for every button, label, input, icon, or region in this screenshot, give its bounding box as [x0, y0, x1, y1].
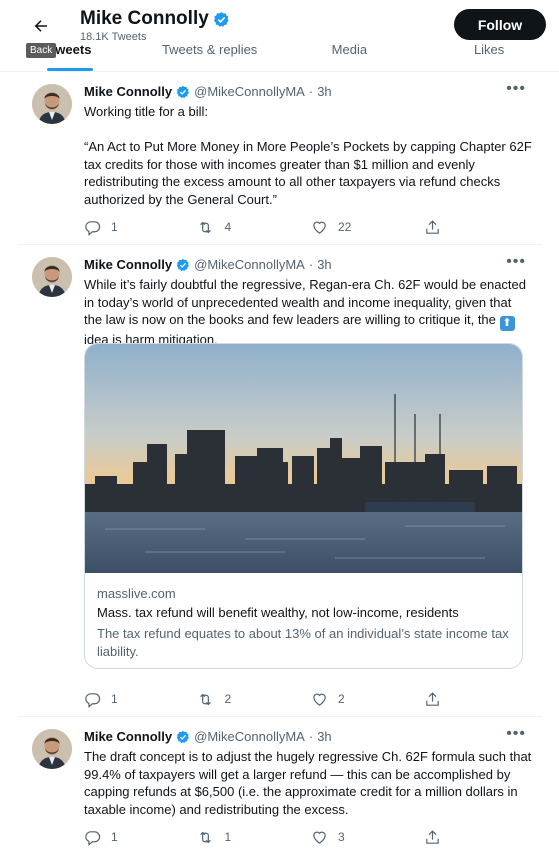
retweet-count: 4	[224, 220, 232, 234]
avatar[interactable]	[32, 257, 72, 297]
up-arrow-emoji-icon: ⬆	[499, 316, 515, 331]
reply-button[interactable]: 1	[84, 691, 197, 708]
share-icon	[426, 829, 440, 844]
like-button[interactable]: 22	[311, 219, 424, 236]
active-tab-indicator	[46, 68, 93, 71]
heart-icon	[313, 831, 326, 844]
follow-button[interactable]: Follow	[454, 9, 546, 40]
meta-separator: ·	[308, 729, 314, 744]
share-icon	[426, 219, 440, 234]
more-icon[interactable]: •••	[506, 80, 526, 98]
profile-name: Mike Connolly	[80, 8, 230, 30]
retweet-button[interactable]: 4	[197, 219, 310, 236]
like-button[interactable]: 3	[311, 829, 424, 846]
share-button[interactable]	[424, 219, 454, 236]
reply-button[interactable]: 1	[84, 219, 197, 236]
verified-badge-icon	[176, 730, 190, 743]
reply-count: 1	[111, 220, 118, 234]
author-name[interactable]: Mike Connolly	[84, 257, 172, 272]
tweet-actions: 1 1 3	[84, 827, 454, 847]
reply-count: 1	[111, 830, 118, 844]
like-count: 2	[337, 692, 345, 706]
profile-name-text: Mike Connolly	[80, 8, 209, 29]
retweet-icon	[200, 693, 212, 705]
meta-separator: ·	[308, 84, 314, 99]
tab-tweets-replies-label: Tweets & replies	[161, 42, 258, 57]
author-handle[interactable]: @MikeConnollyMA	[194, 84, 305, 99]
profile-header: Mike Connolly 18.1K Tweets Follow Tweets…	[0, 0, 559, 72]
tweet-actions: 1 2 2	[84, 689, 454, 709]
retweet-icon	[200, 831, 212, 843]
tweet-time[interactable]: 3h	[317, 257, 331, 272]
tweet-header: Mike Connolly @MikeConnollyMA · 3h	[84, 729, 332, 744]
card-title: Mass. tax refund will benefit wealthy, n…	[97, 605, 459, 620]
retweet-count: 2	[224, 692, 232, 706]
tweet-text: Working title for a bill: “An Act to Put…	[84, 104, 532, 207]
avatar[interactable]	[32, 729, 72, 769]
link-card[interactable]: masslive.com Mass. tax refund will benef…	[84, 343, 523, 669]
author-handle[interactable]: @MikeConnollyMA	[194, 257, 305, 272]
tweet-header: Mike Connolly @MikeConnollyMA · 3h	[84, 84, 332, 99]
retweet-count: 1	[224, 830, 232, 844]
heart-icon	[313, 221, 326, 234]
like-count: 3	[337, 830, 345, 844]
heart-icon	[313, 693, 326, 706]
like-button[interactable]: 2	[311, 691, 424, 708]
share-button[interactable]	[424, 829, 454, 846]
tweet[interactable]: Mike Connolly @MikeConnollyMA · 3h ••• W…	[17, 72, 542, 245]
back-button[interactable]	[24, 9, 58, 43]
tab-media-label: Media	[331, 42, 368, 57]
reply-icon	[85, 830, 101, 846]
tweet-actions: 1 4 22	[84, 217, 454, 237]
tweet-time[interactable]: 3h	[317, 729, 331, 744]
share-button[interactable]	[424, 691, 454, 708]
reply-icon	[85, 220, 101, 236]
retweet-button[interactable]: 1	[197, 829, 310, 846]
more-icon[interactable]: •••	[506, 725, 526, 743]
verified-badge-icon	[176, 85, 190, 98]
tab-media[interactable]: Media	[280, 40, 420, 71]
tweet[interactable]: Mike Connolly @MikeConnollyMA · 3h ••• T…	[17, 717, 542, 861]
card-description: The tax refund equates to about 13% of a…	[97, 626, 509, 659]
tweet-text: While it’s fairly doubtful the regressiv…	[84, 276, 532, 349]
more-icon[interactable]: •••	[506, 253, 526, 271]
back-tooltip: Back	[26, 43, 57, 58]
reply-icon	[85, 692, 101, 708]
avatar[interactable]	[32, 84, 72, 124]
reply-count: 1	[111, 692, 118, 706]
tweet[interactable]: Mike Connolly @MikeConnollyMA · 3h ••• W…	[17, 245, 542, 717]
author-handle[interactable]: @MikeConnollyMA	[194, 729, 305, 744]
author-name[interactable]: Mike Connolly	[84, 84, 172, 99]
verified-badge-icon	[213, 11, 229, 27]
tab-likes[interactable]: Likes	[419, 40, 559, 71]
tab-likes-label: Likes	[473, 42, 505, 57]
author-name[interactable]: Mike Connolly	[84, 729, 172, 744]
profile-tabs: Tweets Tweets & replies Media Likes	[0, 40, 559, 71]
tab-tweets[interactable]: Tweets	[0, 40, 140, 71]
card-domain: masslive.com	[97, 586, 176, 601]
meta-separator: ·	[308, 257, 314, 272]
reply-button[interactable]: 1	[84, 829, 197, 846]
arrow-left-icon	[34, 20, 47, 32]
tab-tweets-replies[interactable]: Tweets & replies	[140, 40, 280, 71]
verified-badge-icon	[176, 258, 190, 271]
card-image	[85, 344, 522, 573]
retweet-icon	[200, 221, 212, 233]
tweet-time[interactable]: 3h	[317, 84, 331, 99]
tweet-text: The draft concept is to adjust the hugel…	[84, 749, 532, 817]
share-icon	[426, 691, 440, 706]
retweet-button[interactable]: 2	[197, 691, 310, 708]
tweet-text-part: While it’s fairly doubtful the regressiv…	[84, 277, 526, 327]
like-count: 22	[337, 220, 352, 234]
tweet-header: Mike Connolly @MikeConnollyMA · 3h	[84, 257, 332, 272]
